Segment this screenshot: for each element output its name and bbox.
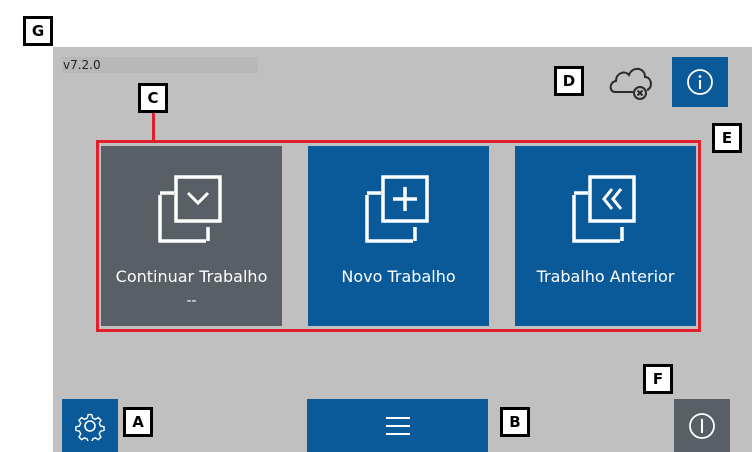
settings-button[interactable] [62, 399, 118, 452]
callout-c: C [138, 83, 168, 113]
callout-e: E [712, 123, 742, 153]
power-button[interactable] [674, 399, 730, 452]
callout-d: D [554, 66, 584, 96]
callout-a: A [123, 407, 153, 437]
info-icon [687, 69, 713, 95]
tiles-highlight-box [96, 140, 701, 332]
callout-g: G [23, 16, 53, 46]
gear-icon [75, 413, 105, 441]
power-icon [689, 412, 715, 439]
callout-b: B [500, 407, 530, 437]
info-button[interactable] [672, 57, 728, 107]
callout-c-connector [152, 111, 155, 141]
menu-button[interactable] [307, 399, 488, 452]
cloud-offline-icon [609, 67, 652, 100]
callout-f: F [643, 364, 673, 394]
version-label: v7.2.0 [62, 57, 258, 73]
menu-icon [385, 416, 410, 435]
